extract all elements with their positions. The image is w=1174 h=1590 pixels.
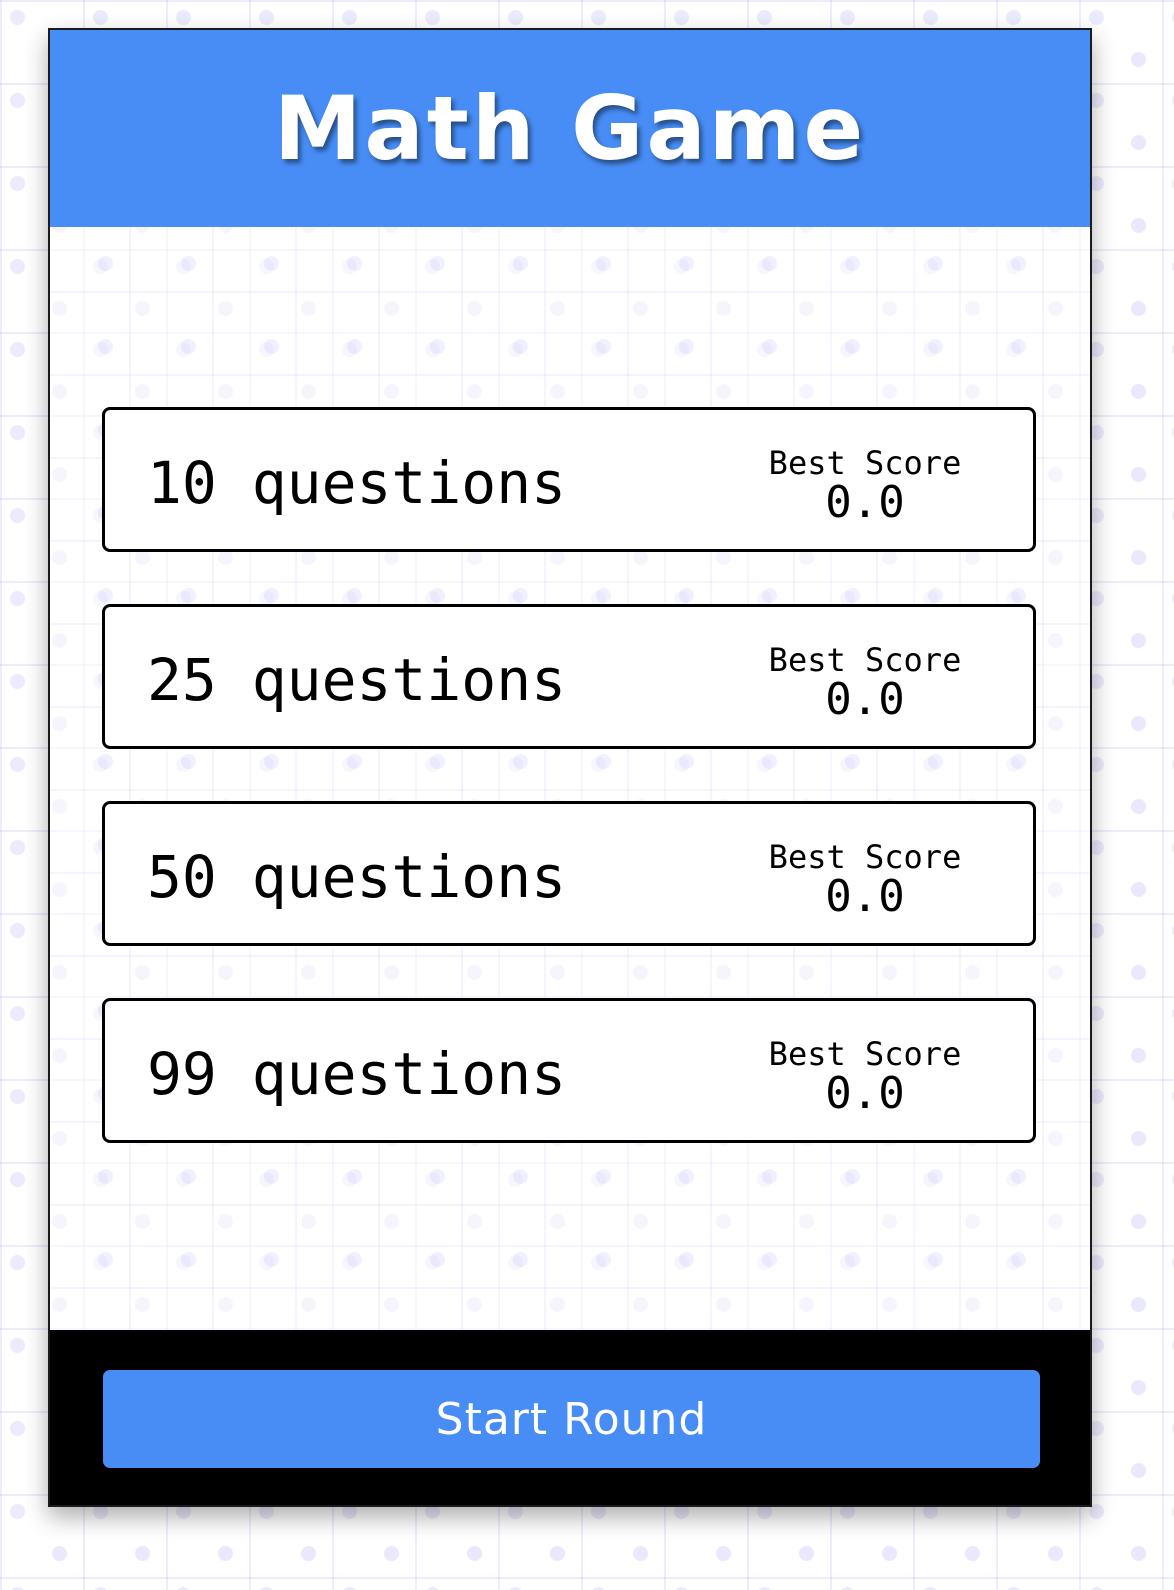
best-score-block: Best Score 0.0	[760, 1037, 970, 1117]
header: Math Game	[50, 30, 1090, 227]
option-label: 25 questions	[147, 646, 567, 714]
best-score-label: Best Score	[768, 838, 962, 876]
best-score-block: Best Score 0.0	[760, 643, 970, 723]
option-label: 50 questions	[147, 843, 567, 911]
best-score-value: 0.0	[825, 477, 905, 528]
best-score-label: Best Score	[768, 641, 962, 679]
option-10-questions[interactable]: 10 questions Best Score 0.0	[102, 407, 1036, 552]
footer: Start Round	[50, 1330, 1090, 1505]
best-score-value: 0.0	[825, 1068, 905, 1119]
best-score-value: 0.0	[825, 871, 905, 922]
best-score-value: 0.0	[825, 674, 905, 725]
best-score-label: Best Score	[768, 1035, 962, 1073]
option-99-questions[interactable]: 99 questions Best Score 0.0	[102, 998, 1036, 1143]
option-25-questions[interactable]: 25 questions Best Score 0.0	[102, 604, 1036, 749]
best-score-block: Best Score 0.0	[760, 446, 970, 526]
app-title: Math Game	[273, 77, 867, 180]
option-label: 99 questions	[147, 1040, 567, 1108]
game-card: Math Game 10 questions Best Score 0.0 25…	[48, 28, 1092, 1507]
start-round-button[interactable]: Start Round	[103, 1370, 1040, 1468]
option-label: 10 questions	[147, 449, 567, 517]
best-score-block: Best Score 0.0	[760, 840, 970, 920]
option-50-questions[interactable]: 50 questions Best Score 0.0	[102, 801, 1036, 946]
question-options: 10 questions Best Score 0.0 25 questions…	[102, 407, 1036, 1195]
best-score-label: Best Score	[768, 444, 962, 482]
